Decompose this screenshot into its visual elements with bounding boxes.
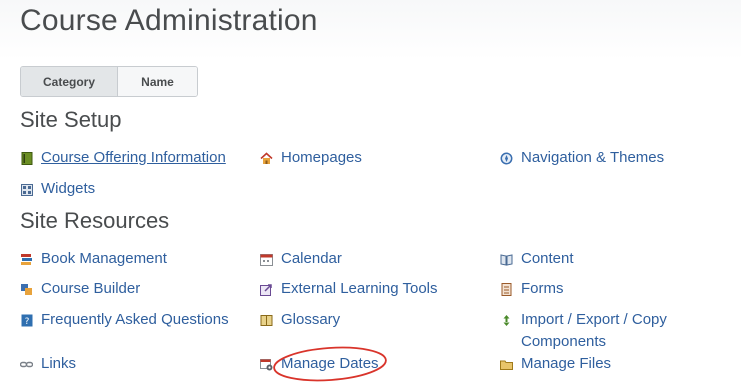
forms-icon [500, 283, 513, 296]
tool-homepages: Homepages [260, 147, 362, 169]
tool-external-learning-tools: External Learning Tools [260, 278, 438, 300]
books-icon [20, 253, 33, 266]
chain-link-icon [20, 358, 33, 371]
tool-manage-files: Manage Files [500, 353, 611, 375]
site-resources-heading: Site Resources [20, 208, 170, 233]
glossary-book-icon [260, 314, 273, 327]
course-builder-link[interactable]: Course Builder [41, 278, 140, 300]
category-view-button[interactable]: Category [21, 67, 118, 96]
open-book-icon [500, 253, 513, 266]
homepages-link[interactable]: Homepages [281, 147, 362, 169]
tool-calendar: Calendar [260, 248, 342, 270]
tool-forms: Forms [500, 278, 564, 300]
tool-navigation-themes: Navigation & Themes [500, 147, 664, 169]
tool-faq: ? Frequently Asked Questions [20, 309, 229, 331]
course-offering-information-link[interactable]: Course Offering Information [41, 147, 226, 169]
manage-dates-link[interactable]: Manage Dates [281, 353, 379, 375]
page-title: Course Administration [20, 4, 318, 37]
book-management-link[interactable]: Book Management [41, 248, 167, 270]
folder-icon [500, 358, 513, 371]
widgets-link[interactable]: Widgets [41, 178, 95, 200]
tool-glossary: Glossary [260, 309, 340, 331]
widgets-grid-icon [20, 183, 33, 196]
external-tool-icon [260, 283, 273, 296]
tool-import-export-copy: Import / Export / Copy Components [500, 309, 700, 353]
content-link[interactable]: Content [521, 248, 574, 270]
tool-course-builder: Course Builder [20, 278, 140, 300]
forms-link[interactable]: Forms [521, 278, 564, 300]
manage-files-link[interactable]: Manage Files [521, 353, 611, 375]
faq-link[interactable]: Frequently Asked Questions [41, 309, 229, 331]
tool-widgets: Widgets [20, 178, 95, 200]
external-learning-tools-link[interactable]: External Learning Tools [281, 278, 438, 300]
blocks-icon [20, 283, 33, 296]
calendar-icon [260, 253, 273, 266]
import-export-icon [500, 314, 513, 327]
navigation-themes-link[interactable]: Navigation & Themes [521, 147, 664, 169]
view-toggle: Category Name [20, 66, 198, 97]
home-icon [260, 152, 273, 165]
import-export-copy-link[interactable]: Import / Export / Copy Components [521, 309, 700, 353]
book-info-icon [20, 152, 33, 165]
name-view-button[interactable]: Name [118, 67, 197, 96]
tool-content: Content [500, 248, 574, 270]
glossary-link[interactable]: Glossary [281, 309, 340, 331]
compass-icon [500, 152, 513, 165]
svg-text:?: ? [24, 317, 29, 327]
tool-manage-dates: Manage Dates [260, 353, 379, 375]
site-setup-heading: Site Setup [20, 107, 122, 132]
tool-book-management: Book Management [20, 248, 167, 270]
links-link[interactable]: Links [41, 353, 76, 375]
calendar-link[interactable]: Calendar [281, 248, 342, 270]
tool-links: Links [20, 353, 76, 375]
faq-icon: ? [20, 314, 33, 327]
tool-course-offering-information: Course Offering Information [20, 147, 226, 169]
calendar-gear-icon [260, 358, 273, 371]
